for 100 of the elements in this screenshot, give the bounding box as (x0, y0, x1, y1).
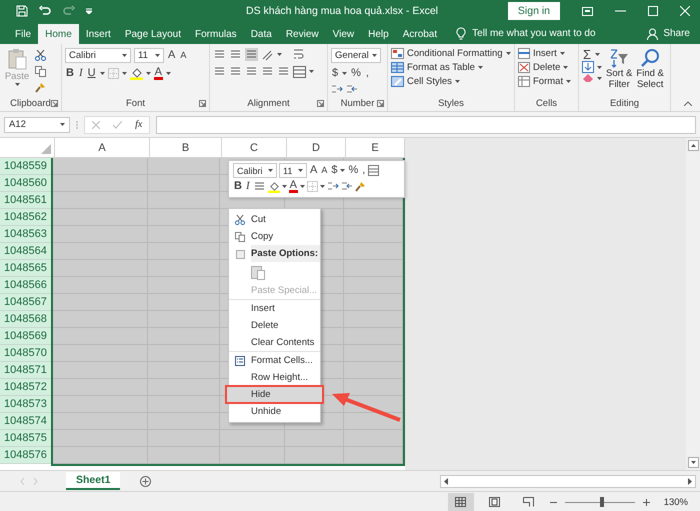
row-header[interactable]: 1048568 (0, 311, 51, 328)
autosum-button[interactable]: Σ (582, 48, 592, 61)
row-header[interactable]: 1048565 (0, 260, 51, 277)
menu-item[interactable]: Delete (229, 317, 320, 334)
bold-button[interactable]: B (65, 67, 75, 80)
caret-icon[interactable] (478, 66, 483, 69)
tell-me-search[interactable]: Tell me what you want to do (472, 28, 596, 39)
font-name-field[interactable]: Calibri (233, 163, 277, 178)
caret-icon[interactable] (320, 185, 325, 188)
scroll-up-icon[interactable] (688, 140, 698, 151)
grow-font-button[interactable]: A (309, 164, 318, 177)
caret-icon[interactable] (597, 66, 602, 68)
formula-input[interactable] (156, 116, 696, 134)
scroll-right-icon[interactable] (687, 478, 693, 484)
decrease-decimal-icon[interactable] (340, 181, 353, 192)
increase-decimal-icon[interactable] (326, 181, 339, 192)
row-header[interactable]: 1048566 (0, 277, 51, 294)
caret-icon[interactable] (298, 169, 303, 172)
styles-command[interactable]: Format as Table (407, 62, 475, 73)
menu-item[interactable]: Row Height... (229, 369, 320, 386)
row-header[interactable]: 1048576 (0, 447, 51, 464)
caret-icon[interactable] (282, 185, 287, 188)
sign-in-button[interactable]: Sign in (508, 2, 560, 20)
menu-item[interactable]: Insert (229, 300, 320, 317)
paintbrush-icon[interactable] (354, 181, 366, 192)
caret-icon[interactable] (560, 52, 565, 55)
dialog-launcher-icon[interactable] (377, 100, 384, 107)
increase-decimal-icon[interactable] (331, 84, 343, 95)
caret-icon[interactable] (342, 72, 348, 75)
row-header[interactable]: 1048573 (0, 396, 51, 413)
fill-color-icon[interactable] (130, 67, 143, 80)
dialog-launcher-icon[interactable] (199, 100, 206, 107)
delete-cells-icon[interactable] (518, 62, 530, 73)
cells-command[interactable]: Format (533, 76, 564, 87)
percent-button[interactable]: % (350, 67, 362, 80)
caret-icon[interactable] (372, 54, 377, 57)
row-header[interactable]: 1048563 (0, 226, 51, 243)
caret-icon[interactable] (309, 70, 314, 73)
ribbon-tab[interactable]: View (326, 24, 362, 44)
caret-icon[interactable] (506, 52, 511, 55)
row-header[interactable]: 1048571 (0, 362, 51, 379)
table-icon[interactable] (391, 62, 404, 73)
font-color-button[interactable]: A (154, 67, 163, 80)
minimize-icon[interactable] (615, 10, 626, 12)
ribbon-tab[interactable]: Data (244, 24, 279, 44)
row-header[interactable]: 1048561 (0, 192, 51, 209)
merge-cells-icon[interactable] (293, 66, 306, 78)
search-icon[interactable] (640, 48, 660, 68)
row-header[interactable]: 1048560 (0, 175, 51, 192)
italic-button[interactable]: I (244, 180, 251, 193)
grow-font-button[interactable]: A (167, 49, 176, 62)
font-color-button[interactable]: A (288, 180, 298, 193)
menu-item[interactable]: Cut (229, 211, 320, 228)
currency-button[interactable]: $ (331, 67, 340, 80)
orientation-icon[interactable] (261, 48, 274, 61)
bottom-align-icon[interactable] (245, 48, 258, 61)
font-size-field[interactable]: 11 (134, 48, 164, 63)
underline-button[interactable]: U (86, 67, 97, 80)
font-name-field[interactable]: Calibri (65, 48, 131, 63)
ribbon-tab[interactable]: File (8, 24, 38, 44)
format-table-icon[interactable] (368, 165, 380, 176)
maximize-icon[interactable] (648, 6, 658, 16)
paintbrush-icon[interactable] (35, 82, 46, 93)
ribbon-tab[interactable]: Acrobat (396, 24, 444, 44)
caret-icon[interactable] (300, 185, 305, 188)
row-header[interactable]: 1048572 (0, 379, 51, 396)
row-header[interactable]: 1048569 (0, 328, 51, 345)
ribbon-tab[interactable]: Review (278, 24, 326, 44)
font-size-field[interactable]: 11 (279, 163, 307, 178)
add-sheet-icon[interactable] (140, 476, 152, 486)
find-select-button[interactable]: Find & Select (636, 68, 664, 90)
vertical-scrollbar[interactable] (686, 138, 700, 470)
caret-icon[interactable] (454, 80, 460, 83)
caret-icon[interactable] (60, 123, 65, 126)
format-cells-icon[interactable] (518, 76, 530, 87)
menu-item[interactable]: Hide (226, 386, 323, 403)
column-header[interactable]: D (287, 138, 346, 158)
percent-button[interactable]: % (347, 164, 360, 177)
shrink-font-button[interactable]: A (320, 164, 328, 177)
menu-item[interactable]: Clear Contents (229, 334, 320, 352)
column-header[interactable]: C (222, 138, 287, 158)
menu-item[interactable]: Unhide (229, 403, 320, 420)
lightbulb-icon[interactable] (456, 27, 466, 40)
italic-button[interactable]: I (78, 67, 84, 80)
scroll-left-icon[interactable] (443, 478, 449, 484)
collapse-ribbon-icon[interactable] (684, 101, 692, 106)
zoom-slider-thumb[interactable] (600, 497, 604, 507)
sheet-tab[interactable]: Sheet1 (66, 472, 120, 490)
conditional-formatting-icon[interactable] (391, 48, 404, 59)
insert-cells-icon[interactable] (518, 48, 530, 59)
number-format-field[interactable]: General (331, 48, 381, 63)
share-button[interactable]: Share (663, 28, 690, 39)
ribbon-tab[interactable]: Help (361, 24, 396, 44)
zoom-level[interactable]: 130% (664, 496, 688, 508)
save-icon[interactable] (16, 5, 28, 17)
person-icon[interactable] (647, 28, 658, 40)
caret-icon[interactable] (595, 53, 600, 56)
decrease-decimal-icon[interactable] (346, 84, 358, 95)
close-icon[interactable] (680, 6, 690, 16)
insert-function-button[interactable]: fx (135, 119, 142, 130)
